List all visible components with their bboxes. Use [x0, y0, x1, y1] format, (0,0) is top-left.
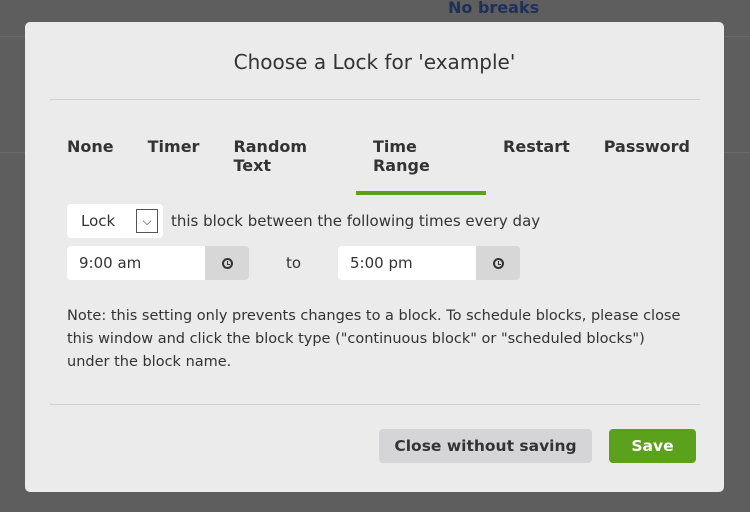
tab-random-text[interactable]: Random Text — [233, 137, 339, 187]
clock-icon — [492, 257, 504, 269]
lock-mode-select[interactable]: Lock ⌵ — [67, 204, 163, 238]
tab-password[interactable]: Password — [604, 137, 690, 187]
lock-tabs: None Timer Random Text Time Range Restar… — [67, 137, 724, 195]
end-time-input[interactable]: 5:00 pm — [338, 246, 520, 280]
start-time-picker-button[interactable] — [205, 246, 249, 280]
tab-time-range[interactable]: Time Range — [355, 137, 487, 195]
divider — [50, 99, 700, 100]
lock-dialog: Choose a Lock for 'example' None Timer R… — [25, 22, 724, 492]
chevron-down-icon: ⌵ — [136, 209, 158, 233]
lock-mode-value: Lock — [81, 212, 116, 230]
dialog-title: Choose a Lock for 'example' — [233, 50, 516, 74]
start-time-value[interactable]: 9:00 am — [67, 246, 205, 280]
start-time-input[interactable]: 9:00 am — [67, 246, 249, 280]
divider — [50, 404, 700, 405]
lock-description: this block between the following times e… — [171, 212, 541, 230]
end-time-picker-button[interactable] — [476, 246, 520, 280]
clock-icon — [221, 257, 233, 269]
tab-none[interactable]: None — [67, 137, 114, 187]
end-time-value[interactable]: 5:00 pm — [338, 246, 476, 280]
tab-restart[interactable]: Restart — [503, 137, 570, 187]
close-without-saving-button[interactable]: Close without saving — [379, 429, 592, 463]
save-button[interactable]: Save — [609, 429, 696, 463]
to-label: to — [285, 254, 302, 272]
tab-timer[interactable]: Timer — [148, 137, 200, 187]
background-status: No breaks — [448, 0, 540, 17]
note-text: Note: this setting only prevents changes… — [67, 308, 681, 370]
